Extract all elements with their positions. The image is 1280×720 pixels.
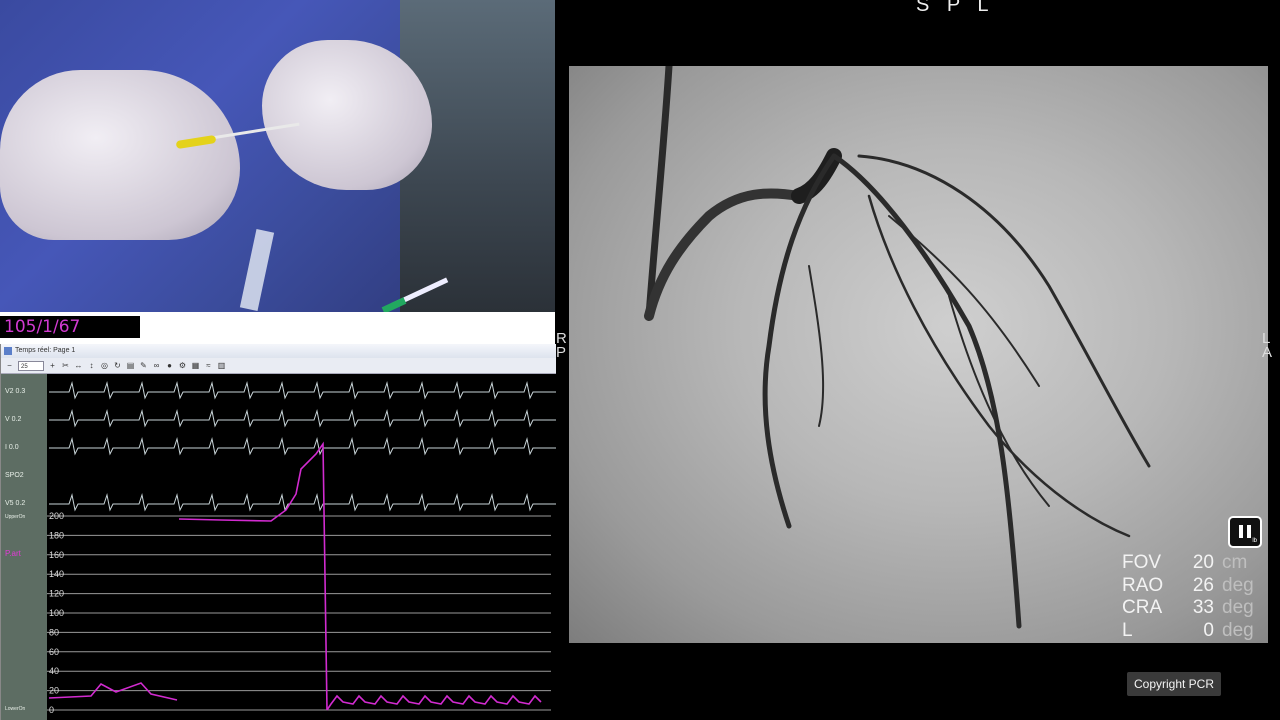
grid-icon[interactable]: ▦ bbox=[191, 361, 200, 370]
right-side-marker: LA bbox=[1262, 330, 1273, 361]
small-branch bbox=[808, 265, 825, 427]
monitor-window-title: Temps réel: Page 1 bbox=[15, 347, 76, 354]
pressure-tick-label: 140 bbox=[49, 569, 64, 579]
pencil-icon[interactable]: ✎ bbox=[139, 361, 148, 370]
ecg-trace-v bbox=[49, 409, 556, 428]
pressure-trace-right bbox=[326, 694, 542, 711]
target-icon[interactable]: ◎ bbox=[100, 361, 109, 370]
monitor-titlebar: Temps réel: Page 1 bbox=[1, 344, 556, 358]
window-icon bbox=[4, 347, 12, 355]
pressure-tick-label: 40 bbox=[49, 666, 59, 676]
pressure-tick-label: 0 bbox=[49, 705, 54, 715]
settings-icon[interactable]: ⚙ bbox=[178, 361, 187, 370]
diagonal-branch bbox=[857, 154, 1151, 468]
ecg-trace-i bbox=[49, 437, 556, 456]
link-icon[interactable]: ∞ bbox=[152, 361, 161, 370]
waveform-area: V2 0.3 V 0.2 I 0.0 SPO2 V5 0.2 UpperOn P… bbox=[1, 374, 556, 720]
spo2-trace bbox=[178, 441, 328, 711]
info-row-fov: FOV 20 cm bbox=[1122, 552, 1248, 573]
pause-icon bbox=[1239, 525, 1243, 538]
refresh-icon[interactable]: ↻ bbox=[113, 361, 122, 370]
pressure-tick-label: 200 bbox=[49, 511, 64, 521]
ecg-trace-v5 bbox=[49, 493, 556, 512]
add-icon[interactable]: + bbox=[48, 361, 57, 370]
left-gloved-hand bbox=[0, 70, 240, 240]
info-row-rao: RAO 26 deg bbox=[1122, 574, 1254, 596]
zoom-out-icon[interactable]: − bbox=[5, 361, 14, 370]
marginal-branch bbox=[867, 194, 1131, 538]
acquisition-info: FOV 20 cm RAO 26 deg CRA 33 deg L 0 deg bbox=[1122, 552, 1262, 642]
pressure-tick-label: 120 bbox=[49, 589, 64, 599]
info-row-cra: CRA 33 deg bbox=[1122, 597, 1254, 618]
waveform-traces: 200180160140120100806040200 bbox=[47, 381, 556, 715]
zoom-select[interactable]: 25 bbox=[18, 360, 44, 371]
info-row-l: L 0 deg bbox=[1122, 619, 1254, 641]
pressure-trace-left bbox=[48, 682, 178, 701]
vertical-measure-icon[interactable]: ↕ bbox=[87, 361, 96, 370]
pressure-tick-label: 180 bbox=[49, 530, 64, 540]
view-orientation-label: S P L bbox=[916, 0, 995, 16]
pause-button[interactable]: lb bbox=[1228, 516, 1262, 548]
copyright-badge: Copyright PCR bbox=[1127, 672, 1221, 696]
procedure-video bbox=[0, 0, 555, 312]
pressure-tick-label: 160 bbox=[49, 550, 64, 560]
pressure-tick-label: 100 bbox=[49, 608, 64, 618]
pressure-tick-label: 80 bbox=[49, 627, 59, 637]
ecg-trace-v2 bbox=[49, 381, 556, 400]
monitor-toolbar: − 25 + ✂ ↔ ↕ ◎ ↻ ▤ ✎ ∞ ● ⚙ ▦ ≈ ▥ bbox=[1, 358, 556, 374]
wave-icon[interactable]: ≈ bbox=[204, 361, 213, 370]
drape-stripe bbox=[239, 229, 275, 311]
left-side-marker: RP bbox=[556, 330, 567, 361]
print-icon[interactable]: ▤ bbox=[126, 361, 135, 370]
hemodynamic-monitor: Temps réel: Page 1 − 25 + ✂ ↔ ↕ ◎ ↻ ▤ ✎ … bbox=[0, 344, 556, 720]
frame-counter: 105/1/67 bbox=[0, 316, 140, 338]
pressure-tick-label: 60 bbox=[49, 647, 59, 657]
pressure-tick-label: 20 bbox=[49, 686, 59, 696]
record-icon[interactable]: ● bbox=[165, 361, 174, 370]
circumflex-artery bbox=[762, 153, 837, 529]
trash-icon[interactable]: ▥ bbox=[217, 361, 226, 370]
lad-artery bbox=[831, 153, 1022, 629]
tools-icon[interactable]: ✂ bbox=[61, 361, 70, 370]
horizontal-measure-icon[interactable]: ↔ bbox=[74, 361, 83, 370]
